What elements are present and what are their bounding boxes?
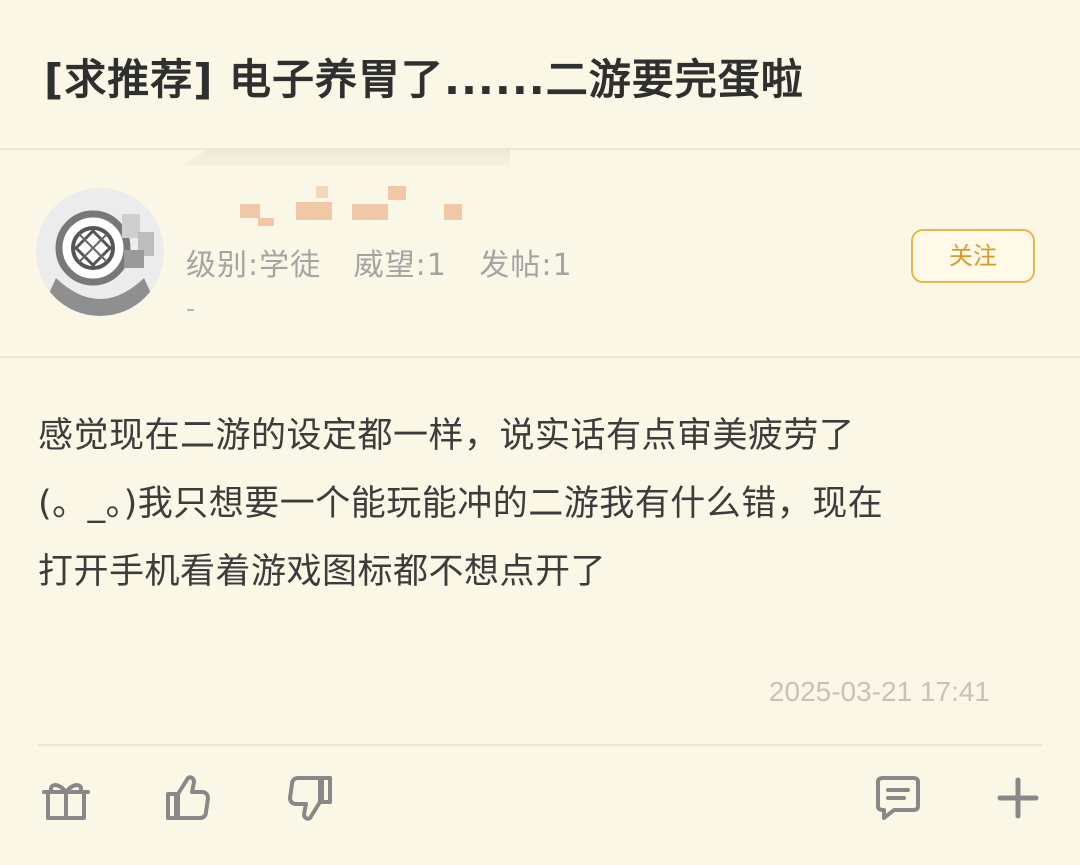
- content-line: 感觉现在二游的设定都一样，说实话有点审美疲劳了: [38, 416, 855, 456]
- post-content: 感觉现在二游的设定都一样，说实话有点审美疲劳了 (。_。)我只想要一个能玩能冲的…: [38, 402, 1048, 606]
- content-line: (。_。)我只想要一个能玩能冲的二游我有什么错，现在: [38, 484, 884, 524]
- plus-icon[interactable]: [990, 770, 1046, 826]
- author-reputation: 威望:1: [353, 248, 447, 283]
- post-title: [求推荐] 电子养胃了......二游要完蛋啦: [44, 55, 804, 104]
- post-header: [求推荐] 电子养胃了......二游要完蛋啦: [0, 0, 1080, 150]
- username-blurred: [240, 204, 260, 218]
- author-section: 级别:学徒 威望:1 发帖:1 - 关注: [0, 168, 1080, 358]
- divider: [38, 744, 1042, 746]
- author-signature: -: [186, 294, 196, 324]
- gift-icon[interactable]: [38, 770, 94, 826]
- avatar[interactable]: [36, 188, 164, 316]
- author-post-count: 发帖:1: [479, 248, 573, 283]
- avatar-image: [36, 188, 164, 316]
- author-level: 级别:学徒: [186, 248, 322, 283]
- content-line: 打开手机看着游戏图标都不想点开了: [38, 552, 607, 592]
- thumbs-up-icon[interactable]: [160, 770, 216, 826]
- follow-button[interactable]: 关注: [911, 229, 1035, 283]
- thumbs-down-icon[interactable]: [282, 770, 338, 826]
- header-tab-shadow: [180, 150, 510, 166]
- author-stats: 级别:学徒 威望:1 发帖:1: [186, 240, 595, 284]
- comment-icon[interactable]: [870, 770, 926, 826]
- post-actions: [0, 760, 1080, 840]
- post-timestamp: 2025-03-21 17:41: [768, 676, 990, 707]
